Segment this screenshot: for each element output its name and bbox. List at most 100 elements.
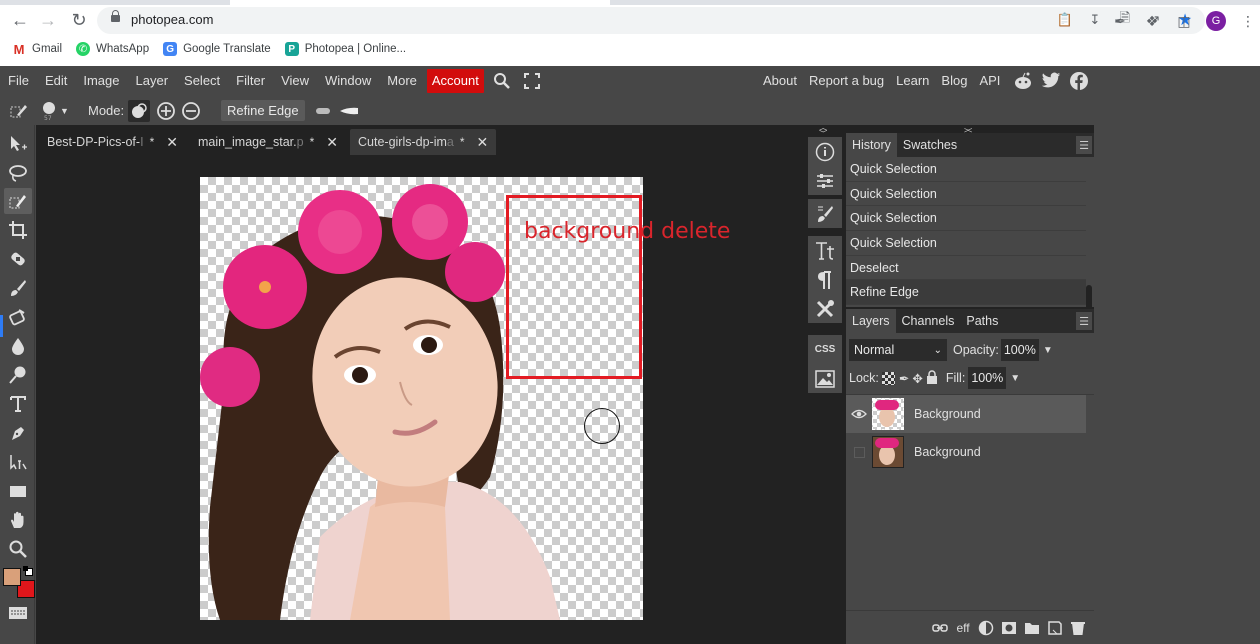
brush-tool-icon[interactable] [4, 275, 32, 301]
history-item[interactable]: Quick Selection [846, 231, 1086, 256]
eyedropper-extension-icon[interactable]: ✒ [1110, 11, 1130, 31]
history-item[interactable]: Deselect [846, 256, 1086, 281]
bookmark-google-translate[interactable]: G Google Translate [163, 42, 271, 56]
layer-row-selected[interactable]: Background [846, 395, 1086, 433]
doc-tab-active[interactable]: Cute-girls-dp-im a * ✕ [350, 129, 497, 155]
hand-tool-icon[interactable] [4, 507, 32, 533]
tool-presets-icon[interactable] [808, 294, 842, 323]
about-link[interactable]: About [757, 66, 803, 96]
lock-transparency-icon[interactable] [881, 371, 895, 385]
pen-tool-icon[interactable] [4, 420, 32, 446]
lock-all-icon[interactable] [926, 369, 938, 387]
address-bar[interactable]: photopea.com 📋 ↧ 🗎 ↗ ★ [97, 7, 1205, 34]
tab-history[interactable]: History [846, 133, 897, 157]
close-tab-icon[interactable]: ✕ [166, 134, 178, 151]
fullscreen-icon[interactable] [520, 66, 544, 96]
crop-tool-icon[interactable] [4, 217, 32, 243]
mode-add-icon[interactable] [156, 96, 176, 125]
panel-menu-icon[interactable]: ☰ [1076, 312, 1092, 330]
tab-paths[interactable]: Paths [960, 309, 1004, 333]
visibility-eye-icon[interactable] [846, 409, 872, 419]
layer-row[interactable]: Background [846, 433, 1086, 471]
doc-tab[interactable]: Best-DP-Pics-of- I * ✕ [39, 129, 186, 155]
reload-button[interactable]: ↻ [66, 7, 92, 33]
quick-selection-tool-button[interactable] [4, 188, 32, 214]
side-panel-icon[interactable]: ◫ [1174, 11, 1194, 31]
doc-tab[interactable]: main_image_star. p * ✕ [190, 129, 346, 155]
blog-link[interactable]: Blog [935, 66, 973, 96]
delete-layer-icon[interactable] [1070, 620, 1086, 636]
menu-filter[interactable]: Filter [228, 66, 273, 96]
install-icon[interactable]: ↧ [1085, 10, 1105, 30]
extensions-puzzle-icon[interactable]: ❖ [1142, 11, 1162, 31]
character-icon[interactable] [808, 236, 842, 265]
brush-settings-icon[interactable] [808, 199, 842, 228]
quick-mask-icon[interactable] [4, 600, 32, 626]
url-text[interactable]: photopea.com [131, 12, 213, 27]
adjustment-layer-icon[interactable] [978, 620, 994, 636]
path-selection-tool-icon[interactable] [4, 449, 32, 475]
healing-brush-tool-icon[interactable] [4, 246, 32, 272]
twitter-icon[interactable] [1040, 70, 1062, 92]
close-tab-icon[interactable]: ✕ [326, 134, 338, 151]
move-tool-icon[interactable] [4, 131, 32, 157]
mode-new-selection-button[interactable] [128, 99, 150, 122]
rectangle-tool-icon[interactable] [4, 478, 32, 504]
fill-dropdown-icon[interactable]: ▼ [1010, 373, 1020, 384]
opacity-dropdown-icon[interactable]: ▼ [1043, 345, 1053, 356]
paragraph-icon[interactable] [808, 265, 842, 294]
layer-name[interactable]: Background [914, 407, 981, 421]
menu-select[interactable]: Select [176, 66, 228, 96]
profile-avatar[interactable]: G [1206, 11, 1226, 31]
fill-input[interactable]: 100% [968, 367, 1007, 389]
image-icon[interactable] [808, 364, 842, 393]
layer-effects-icon[interactable]: eff [955, 620, 971, 636]
history-item-selected[interactable]: Refine Edge [846, 280, 1086, 306]
link-layers-icon[interactable] [932, 620, 948, 636]
expand-arrows-icon[interactable]: <> [819, 126, 827, 135]
blur-tool-icon[interactable] [4, 333, 32, 359]
forward-button[interactable]: → [35, 7, 61, 33]
zoom-tool-icon[interactable] [4, 536, 32, 562]
browser-menu-icon[interactable]: ⋮ [1238, 11, 1258, 31]
bookmark-photopea[interactable]: P Photopea | Online... [284, 42, 406, 56]
close-tab-icon[interactable]: ✕ [477, 134, 489, 151]
tab-layers[interactable]: Layers [846, 309, 896, 333]
blend-mode-select[interactable]: Normal ⌄ [849, 339, 947, 361]
dodge-tool-icon[interactable] [4, 362, 32, 388]
menu-file[interactable]: File [0, 66, 37, 96]
info-icon[interactable] [808, 137, 842, 166]
menu-image[interactable]: Image [75, 66, 127, 96]
tab-channels[interactable]: Channels [896, 309, 961, 333]
panel-menu-icon[interactable]: ☰ [1076, 136, 1092, 154]
menu-window[interactable]: Window [317, 66, 379, 96]
quick-selection-tool-icon[interactable] [9, 96, 29, 125]
back-button[interactable]: ← [7, 7, 33, 33]
css-icon[interactable]: CSS [808, 335, 842, 364]
api-link[interactable]: API [973, 66, 1006, 96]
tab-swatches[interactable]: Swatches [897, 133, 963, 157]
history-item[interactable]: Quick Selection [846, 206, 1086, 232]
new-group-icon[interactable] [1024, 620, 1040, 636]
clone-stamp-tool-icon[interactable] [4, 304, 32, 330]
account-button[interactable]: Account [426, 69, 484, 93]
brush-size-picker[interactable]: 57 ▼ [40, 96, 69, 125]
facebook-icon[interactable] [1068, 70, 1090, 92]
lock-position-icon[interactable]: ✥ [912, 371, 922, 386]
menu-layer[interactable]: Layer [128, 66, 177, 96]
history-item[interactable]: Quick Selection [846, 182, 1086, 207]
menu-more[interactable]: More [379, 66, 425, 96]
opacity-input[interactable]: 100% [1000, 339, 1039, 361]
visibility-toggle[interactable] [846, 446, 872, 458]
foreground-color-swatch[interactable] [3, 568, 21, 586]
lasso-tool-icon[interactable] [4, 160, 32, 186]
reddit-icon[interactable] [1012, 70, 1034, 92]
menu-view[interactable]: View [273, 66, 317, 96]
mode-subtract-icon[interactable] [181, 96, 201, 125]
lock-pixels-icon[interactable]: ✒ [899, 371, 909, 386]
menu-edit[interactable]: Edit [37, 66, 75, 96]
history-item[interactable]: Quick Selection [846, 157, 1086, 182]
type-tool-icon[interactable] [4, 391, 32, 417]
bookmark-gmail[interactable]: M Gmail [12, 42, 62, 57]
brush-hardness-icon[interactable] [314, 96, 362, 125]
